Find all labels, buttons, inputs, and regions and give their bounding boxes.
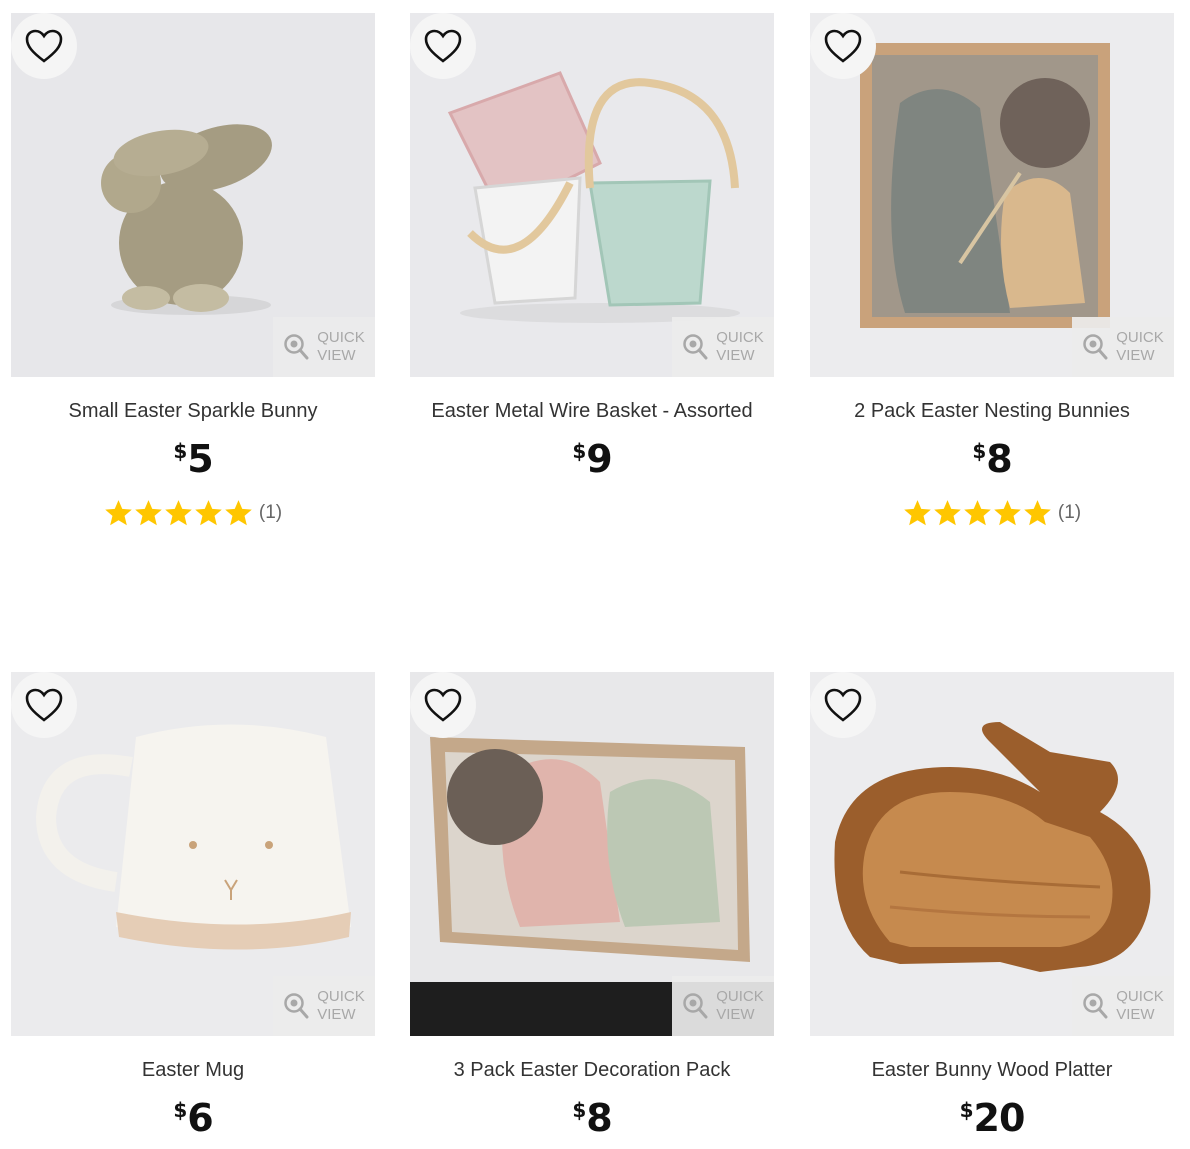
currency-symbol: $ xyxy=(959,1098,974,1122)
quick-view-label-1: QUICK xyxy=(1116,988,1164,1005)
star-icon xyxy=(135,500,162,526)
review-count[interactable]: (1) xyxy=(1058,502,1081,524)
product-price: $8 xyxy=(810,428,1174,481)
quick-view-label-2: VIEW xyxy=(716,1006,755,1023)
currency-symbol: $ xyxy=(173,1098,188,1122)
quick-view-label-1: QUICK xyxy=(317,329,365,346)
product-price: $6 xyxy=(11,1087,375,1140)
star-icon xyxy=(934,500,961,526)
magnifier-icon xyxy=(683,334,708,360)
star-icon xyxy=(105,500,132,526)
quick-view-label-2: VIEW xyxy=(1116,1006,1155,1023)
magnifier-icon xyxy=(1083,993,1108,1019)
product-card[interactable]: QUICK VIEW 2 Pack Easter Nesting Bunnies … xyxy=(810,13,1174,528)
wishlist-heart-icon[interactable] xyxy=(410,672,476,738)
star-rating xyxy=(903,499,1052,527)
quick-view-label-2: VIEW xyxy=(317,1006,356,1023)
magnifier-icon xyxy=(284,334,309,360)
quick-view-label-2: VIEW xyxy=(1116,347,1155,364)
quick-view-button[interactable]: QUICK VIEW xyxy=(1072,317,1174,377)
product-rating[interactable]: (1) xyxy=(11,498,375,528)
product-card[interactable]: QUICK VIEW Easter Mug $6 xyxy=(11,672,375,1140)
star-icon xyxy=(225,500,252,526)
product-image[interactable]: QUICK VIEW xyxy=(810,13,1174,377)
quick-view-label-1: QUICK xyxy=(716,988,764,1005)
currency-symbol: $ xyxy=(173,439,188,463)
price-amount: 9 xyxy=(586,437,612,481)
product-title[interactable]: 2 Pack Easter Nesting Bunnies xyxy=(810,398,1174,424)
currency-symbol: $ xyxy=(972,439,987,463)
magnifier-icon xyxy=(1083,334,1108,360)
quick-view-button[interactable]: QUICK VIEW xyxy=(672,317,774,377)
product-price: $8 xyxy=(410,1087,774,1140)
star-icon xyxy=(964,500,991,526)
price-amount: 8 xyxy=(986,437,1012,481)
price-amount: 5 xyxy=(187,437,213,481)
product-title[interactable]: Small Easter Sparkle Bunny xyxy=(11,398,375,424)
product-image[interactable]: QUICK VIEW xyxy=(410,672,774,1036)
product-price: $9 xyxy=(410,428,774,481)
product-image[interactable]: QUICK VIEW xyxy=(410,13,774,377)
wishlist-heart-icon[interactable] xyxy=(810,13,876,79)
quick-view-button[interactable]: QUICK VIEW xyxy=(672,976,774,1036)
product-image[interactable]: QUICK VIEW xyxy=(11,13,375,377)
product-image[interactable]: QUICK VIEW xyxy=(11,672,375,1036)
wishlist-heart-icon[interactable] xyxy=(11,672,77,738)
product-title[interactable]: Easter Bunny Wood Platter xyxy=(810,1057,1174,1083)
wishlist-heart-icon[interactable] xyxy=(11,13,77,79)
star-icon xyxy=(904,500,931,526)
quick-view-label-1: QUICK xyxy=(1116,329,1164,346)
quick-view-button[interactable]: QUICK VIEW xyxy=(1072,976,1174,1036)
wishlist-heart-icon[interactable] xyxy=(410,13,476,79)
quick-view-label-2: VIEW xyxy=(317,347,356,364)
star-icon xyxy=(994,500,1021,526)
product-image[interactable]: QUICK VIEW xyxy=(810,672,1174,1036)
product-title[interactable]: Easter Metal Wire Basket - Assorted xyxy=(410,398,774,424)
product-card[interactable]: QUICK VIEW Small Easter Sparkle Bunny $5 … xyxy=(11,13,375,528)
product-title[interactable]: Easter Mug xyxy=(11,1057,375,1083)
quick-view-button[interactable]: QUICK VIEW xyxy=(273,976,375,1036)
product-price: $20 xyxy=(810,1087,1174,1140)
wishlist-heart-icon[interactable] xyxy=(810,672,876,738)
quick-view-button[interactable]: QUICK VIEW xyxy=(273,317,375,377)
star-icon xyxy=(1024,500,1051,526)
product-price: $5 xyxy=(11,428,375,481)
review-count[interactable]: (1) xyxy=(259,502,282,524)
magnifier-icon xyxy=(683,993,708,1019)
price-amount: 20 xyxy=(973,1096,1026,1140)
product-card[interactable]: QUICK VIEW Easter Bunny Wood Platter $20 xyxy=(810,672,1174,1140)
magnifier-icon xyxy=(284,993,309,1019)
product-rating[interactable]: (1) xyxy=(810,498,1174,528)
quick-view-label-1: QUICK xyxy=(716,329,764,346)
star-icon xyxy=(195,500,222,526)
star-rating xyxy=(104,499,253,527)
product-title[interactable]: 3 Pack Easter Decoration Pack xyxy=(410,1057,774,1083)
product-card[interactable]: QUICK VIEW Easter Metal Wire Basket - Ass… xyxy=(410,13,774,481)
price-amount: 8 xyxy=(586,1096,612,1140)
star-icon xyxy=(165,500,192,526)
price-amount: 6 xyxy=(187,1096,213,1140)
quick-view-label-2: VIEW xyxy=(716,347,755,364)
currency-symbol: $ xyxy=(572,439,587,463)
currency-symbol: $ xyxy=(572,1098,587,1122)
quick-view-label-1: QUICK xyxy=(317,988,365,1005)
product-card[interactable]: QUICK VIEW 3 Pack Easter Decoration Pack … xyxy=(410,672,774,1140)
